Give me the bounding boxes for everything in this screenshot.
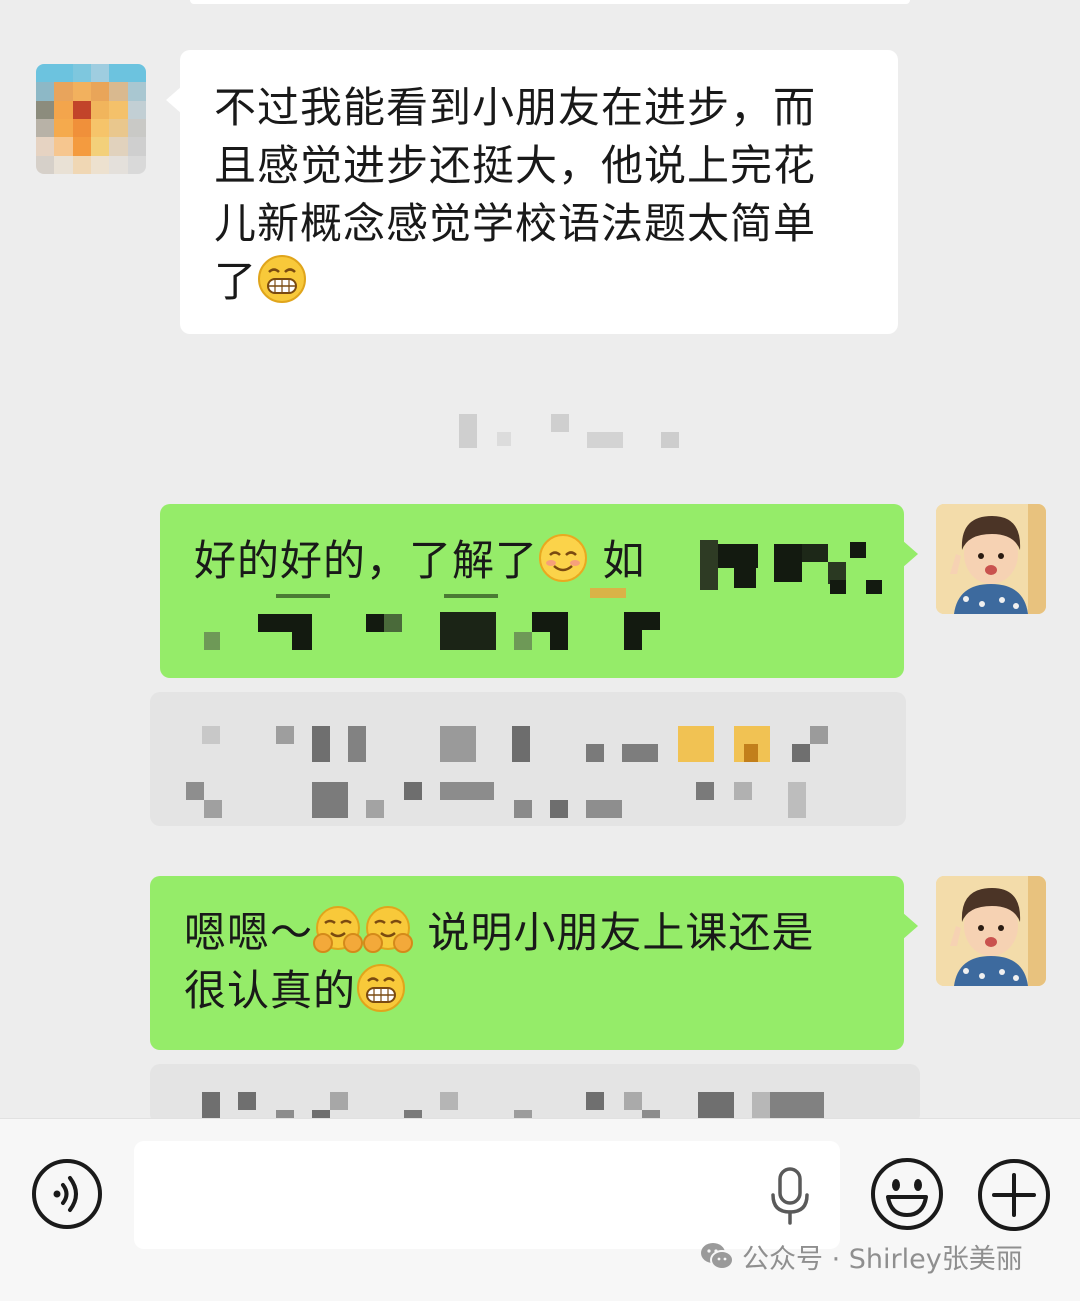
wechat-icon bbox=[701, 1243, 734, 1270]
mic-icon bbox=[771, 1167, 809, 1225]
message-input[interactable] bbox=[134, 1141, 840, 1249]
outgoing-message-bubble[interactable]: 嗯嗯～ 说明小朋友上课还是 很认真的 bbox=[150, 876, 918, 1050]
voice-input-button[interactable] bbox=[768, 1165, 812, 1229]
message-line: 且感觉进步还挺大，他说上完花 bbox=[214, 141, 817, 190]
voice-toggle-button[interactable] bbox=[30, 1157, 104, 1231]
watermark: 公众号 · Shirley张美丽 bbox=[700, 1241, 1023, 1275]
outgoing-message-bubble[interactable]: 好的好的，了解了 如 bbox=[160, 504, 918, 678]
timestamp-pixelated bbox=[455, 410, 685, 450]
contact-avatar[interactable] bbox=[36, 64, 146, 174]
pixelated-text bbox=[160, 504, 904, 678]
self-avatar[interactable] bbox=[936, 504, 1046, 614]
self-avatar[interactable] bbox=[936, 876, 1046, 986]
message-line: 不过我能看到小朋友在进步，而 bbox=[214, 83, 817, 132]
grinning-face-emoji bbox=[357, 964, 406, 1012]
message-text: 嗯嗯～ bbox=[184, 908, 314, 957]
child-photo-icon bbox=[936, 504, 1046, 614]
message-text: 说明小朋友上课还是 bbox=[427, 908, 815, 957]
input-toolbar: 公众号 · Shirley张美丽 bbox=[0, 1118, 1080, 1301]
plus-icon bbox=[978, 1159, 1050, 1231]
child-photo-icon bbox=[936, 876, 1046, 986]
message-line: 嗯嗯～ 说明小朋友上课还是 bbox=[184, 904, 904, 962]
voice-icon bbox=[32, 1159, 102, 1229]
previous-message-edge bbox=[190, 0, 910, 4]
hugging-face-emoji bbox=[363, 906, 414, 953]
pixelated-message-bubble bbox=[150, 1064, 920, 1124]
watermark-text: 公众号 · Shirley张美丽 bbox=[742, 1243, 1023, 1275]
message-line: 很认真的 bbox=[184, 962, 904, 1020]
more-options-button[interactable] bbox=[976, 1157, 1052, 1233]
incoming-message-bubble[interactable]: 不过我能看到小朋友在进步，而 且感觉进步还挺大，他说上完花 儿新概念感觉学校语法… bbox=[166, 50, 898, 334]
message-text: 很认真的 bbox=[184, 966, 357, 1015]
chat-area: 不过我能看到小朋友在进步，而 且感觉进步还挺大，他说上完花 儿新概念感觉学校语法… bbox=[0, 0, 1080, 1300]
grinning-face-emoji bbox=[258, 255, 307, 303]
message-text: 了 bbox=[214, 257, 258, 306]
message-line: 儿新概念感觉学校语法题太简单 bbox=[214, 199, 817, 248]
message-line: 了 bbox=[214, 253, 864, 311]
emoji-button[interactable] bbox=[868, 1155, 946, 1233]
emoji-icon bbox=[871, 1158, 943, 1230]
pixelated-message-bubble bbox=[150, 692, 906, 826]
hugging-face-emoji bbox=[313, 906, 364, 953]
